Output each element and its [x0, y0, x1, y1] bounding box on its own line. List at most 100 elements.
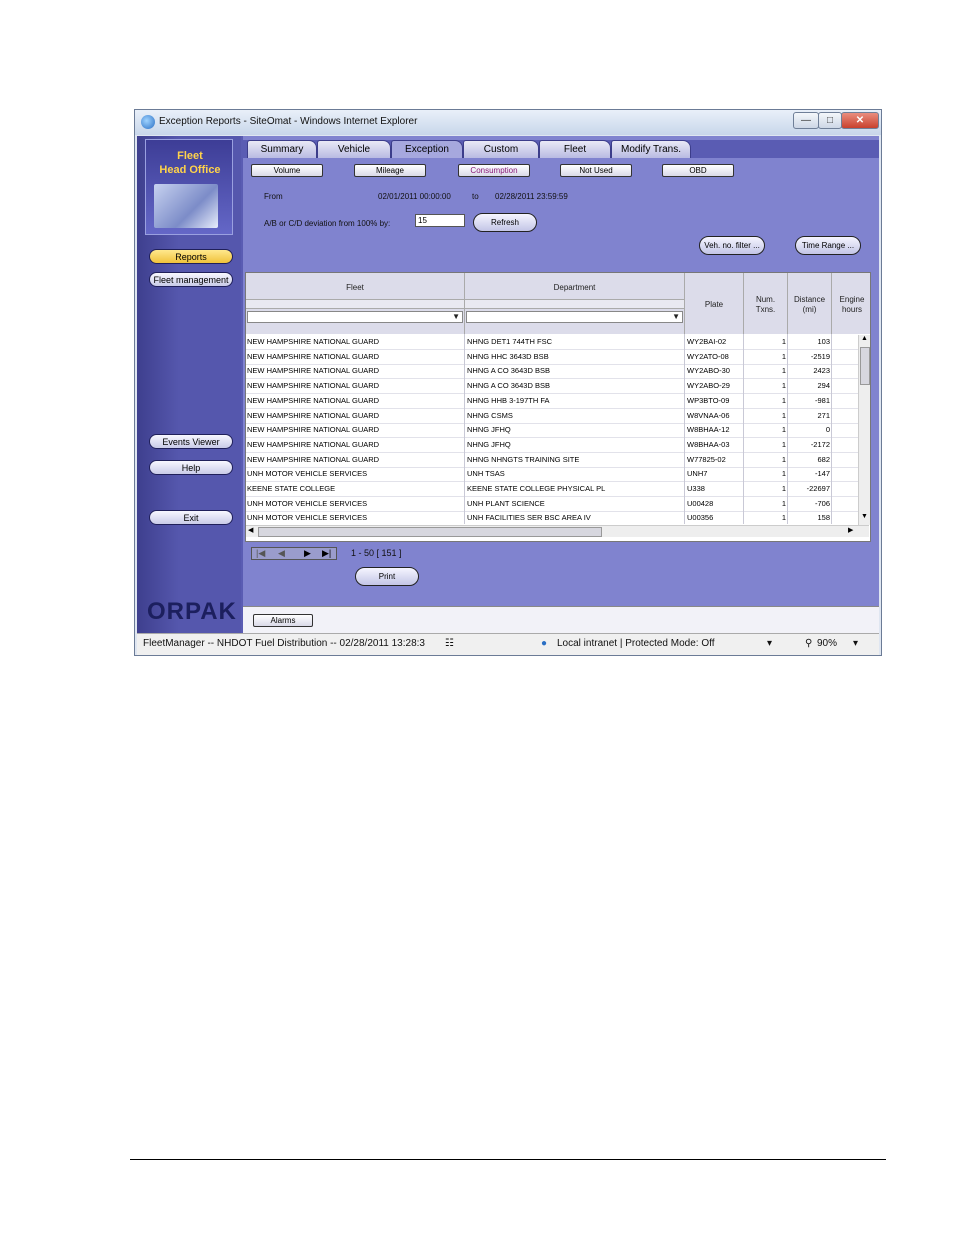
close-button[interactable]: ✕ [841, 112, 879, 129]
table-row[interactable]: UNH MOTOR VEHICLE SERVICES UNH PLANT SCIE… [246, 497, 858, 512]
tab-modify-trans[interactable]: Modify Trans. [611, 140, 691, 158]
scroll-right-arrow-icon[interactable]: ▶ [848, 526, 853, 534]
header-fleet: Fleet ▼ [246, 273, 465, 334]
table-row[interactable]: NEW HAMPSHIRE NATIONAL GUARD NHNG CSMS W8V… [246, 409, 858, 424]
reports-button[interactable]: Reports [149, 249, 233, 264]
scroll-down-arrow-icon[interactable]: ▼ [860, 513, 869, 520]
fleet-cell: NEW HAMPSHIRE NATIONAL GUARD [247, 395, 380, 405]
plate-cell: U00428 [687, 498, 714, 508]
num-txns-cell: 1 [781, 439, 786, 449]
table-row[interactable]: NEW HAMPSHIRE NATIONAL GUARD NHNG DET1 74… [246, 335, 858, 350]
table-row[interactable]: UNH MOTOR VEHICLE SERVICES UNH TSAS UNH7 1 -… [246, 467, 858, 483]
horizontal-scroll-thumb[interactable] [258, 527, 602, 537]
report-panel: Summary Vehicle Exception Custom Fleet M… [243, 136, 879, 606]
num-txns-cell: 1 [781, 454, 786, 464]
header-engine-hours: Engine hours [832, 273, 870, 334]
tab-exception[interactable]: Exception [391, 140, 463, 158]
last-page-icon[interactable]: ▶| [322, 548, 331, 559]
table-row[interactable]: NEW HAMPSHIRE NATIONAL GUARD NHNG HHC 364… [246, 350, 858, 365]
header-engine-label: Engine [839, 295, 865, 304]
exit-button[interactable]: Exit [149, 510, 233, 525]
tab-vehicle[interactable]: Vehicle [317, 140, 391, 158]
table-row[interactable]: NEW HAMPSHIRE NATIONAL GUARD NHNG JFHQ W8B… [246, 438, 858, 453]
minimize-button[interactable]: — [793, 112, 819, 129]
table-row[interactable]: NEW HAMPSHIRE NATIONAL GUARD NHNG NHNGTS … [246, 453, 858, 468]
column-divider [464, 334, 465, 524]
department-cell: NHNG NHNGTS TRAINING SITE [467, 454, 580, 464]
next-page-icon[interactable]: ▶ [304, 548, 311, 559]
department-cell: KEENE STATE COLLEGE PHYSICAL PL [467, 484, 606, 493]
deviation-label: A/B or C/D deviation from 100% by: [264, 219, 391, 228]
mileage-button[interactable]: Mileage [354, 164, 426, 177]
num-txns-cell: 1 [781, 410, 786, 420]
scroll-up-arrow-icon[interactable]: ▲ [860, 335, 869, 342]
header-hours-label: hours [841, 305, 862, 314]
deviation-input[interactable]: 15 [415, 214, 465, 227]
globe-icon: ● [541, 638, 548, 649]
refresh-button[interactable]: Refresh [473, 213, 537, 232]
header-num-label: Num. [755, 295, 776, 304]
column-divider [787, 334, 788, 524]
plate-cell: W8BHAA-03 [687, 439, 730, 449]
plate-cell: UNH7 [687, 469, 708, 479]
department-filter-dropdown[interactable]: ▼ [466, 311, 683, 323]
help-button[interactable]: Help [149, 460, 233, 475]
column-divider [831, 334, 832, 524]
events-viewer-button[interactable]: Events Viewer [149, 434, 233, 449]
sidebar: Fleet Head Office Reports Fleet manageme… [137, 136, 241, 633]
department-cell: NHNG HHC 3643D BSB [467, 351, 549, 361]
distance-cell: -22697 [806, 484, 830, 493]
protected-mode-icon[interactable]: ▾ [767, 638, 772, 649]
exception-table: Fleet ▼ Department ▼ Plate Num. Txns. Di… [245, 272, 871, 542]
table-row[interactable]: NEW HAMPSHIRE NATIONAL GUARD NHNG JFHQ W8B… [246, 423, 858, 439]
zoom-dropdown-icon[interactable]: ▾ [853, 638, 858, 649]
table-row[interactable]: NEW HAMPSHIRE NATIONAL GUARD NHNG HHB 3-1… [246, 394, 858, 409]
header-fleet-label: Fleet [346, 283, 364, 292]
scroll-left-arrow-icon[interactable]: ◀ [248, 526, 253, 534]
department-cell: UNH TSAS [467, 469, 505, 479]
tab-fleet[interactable]: Fleet [539, 140, 611, 158]
volume-button[interactable]: Volume [251, 164, 323, 177]
not-used-button[interactable]: Not Used [560, 164, 632, 177]
app-area: Fleet Head Office Reports Fleet manageme… [137, 136, 879, 633]
fleet-cell: NEW HAMPSHIRE NATIONAL GUARD [247, 366, 380, 376]
vertical-scrollbar[interactable]: ▲ ▼ [858, 335, 870, 525]
vertical-scroll-thumb[interactable] [860, 347, 870, 385]
header-distance-unit: (mi) [802, 305, 817, 314]
consumption-button[interactable]: Consumption [458, 164, 530, 177]
zoom-level[interactable]: 90% [817, 638, 837, 649]
zoom-icon: ⚲ [805, 638, 813, 649]
header-distance: Distance (mi) [788, 273, 832, 334]
alarms-button[interactable]: Alarms [253, 614, 313, 627]
distance-cell: -706 [814, 498, 830, 508]
tab-summary[interactable]: Summary [247, 140, 317, 158]
fleet-management-button[interactable]: Fleet management [149, 272, 233, 287]
fleet-filter-dropdown[interactable]: ▼ [247, 311, 463, 323]
print-button[interactable]: Print [355, 567, 419, 586]
num-txns-cell: 1 [781, 366, 786, 376]
num-txns-cell: 1 [781, 381, 786, 391]
status-bar: FleetManager -- NHDOT Fuel Distribution … [137, 633, 879, 655]
page-range: 1 - 50 [ 151 ] [351, 548, 402, 558]
header-plate: Plate [685, 273, 744, 334]
table-row[interactable]: NEW HAMPSHIRE NATIONAL GUARD NHNG A CO 36… [246, 379, 858, 395]
column-divider [743, 334, 744, 524]
tab-custom[interactable]: Custom [463, 140, 539, 158]
horizontal-scrollbar[interactable]: ◀ ▶ [246, 525, 869, 537]
first-page-icon[interactable]: |◀ [256, 548, 265, 559]
plate-cell: U00356 [687, 513, 714, 523]
obd-button[interactable]: OBD [662, 164, 734, 177]
page-footer-rule [130, 1159, 886, 1160]
title-bar: Exception Reports - SiteOmat - Windows I… [135, 110, 881, 135]
prev-page-icon[interactable]: ◀ [278, 548, 285, 559]
vehicle-filter-button[interactable]: Veh. no. filter ... [699, 236, 765, 255]
header-txns-label: Txns. [755, 305, 776, 314]
table-row[interactable]: NEW HAMPSHIRE NATIONAL GUARD NHNG A CO 36… [246, 364, 858, 380]
maximize-button[interactable]: □ [818, 112, 842, 129]
time-range-button[interactable]: Time Range ... [795, 236, 861, 255]
department-cell: NHNG HHB 3-197TH FA [467, 395, 550, 405]
plate-cell: WY2ABO-29 [687, 381, 730, 391]
header-plate-label: Plate [704, 300, 724, 309]
table-row[interactable]: KEENE STATE COLLEGE KEENE STATE COLLEGE P… [246, 482, 858, 497]
fleet-cell: NEW HAMPSHIRE NATIONAL GUARD [247, 454, 380, 464]
